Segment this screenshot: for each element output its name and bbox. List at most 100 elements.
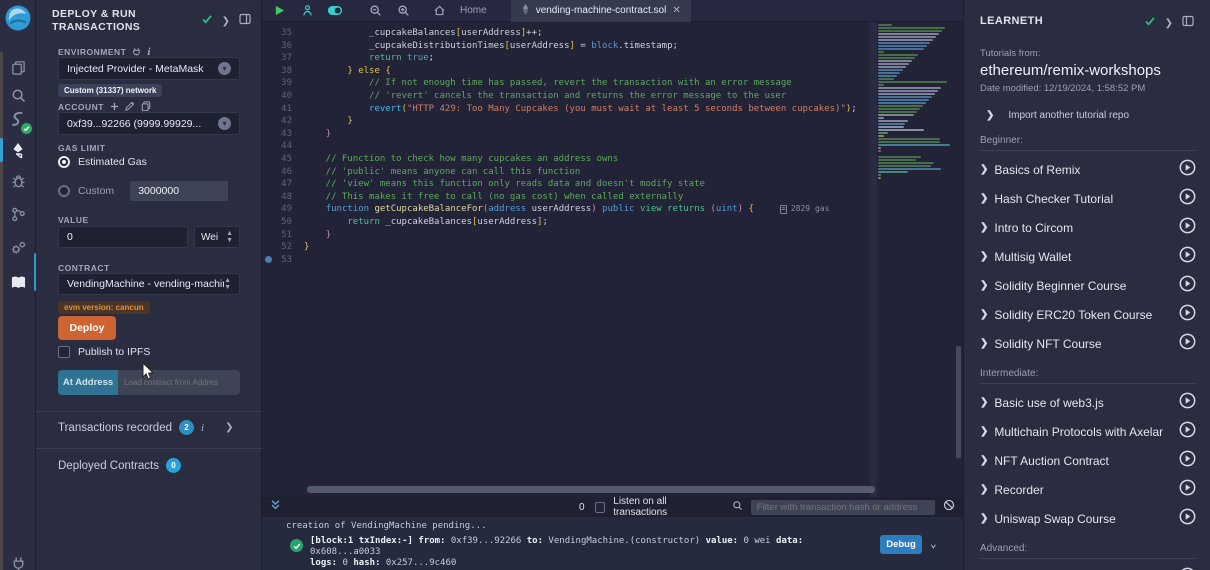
play-tutorial-icon[interactable]: [1179, 508, 1196, 530]
info-icon[interactable]: i: [201, 422, 204, 434]
debugger-icon[interactable]: [0, 166, 36, 196]
tutorial-item-multichain-protocols-with-axelar[interactable]: ❯Multichain Protocols with Axelar: [964, 417, 1210, 446]
terminal-log[interactable]: creation of VendingMachine pending... [b…: [262, 517, 963, 570]
play-tutorial-icon[interactable]: [1179, 450, 1196, 472]
play-tutorial-icon[interactable]: [1179, 246, 1196, 268]
close-tab-icon[interactable]: ✕: [672, 5, 680, 16]
tutorial-item-intro-to-circom[interactable]: ❯Intro to Circom: [964, 213, 1210, 242]
home-label[interactable]: Home: [460, 5, 487, 16]
transactions-recorded-row[interactable]: Transactions recorded 2 i ❯: [58, 420, 233, 435]
code-line[interactable]: 41 revert("HTTP 429: Too Many Cupcakes (…: [262, 103, 878, 116]
custom-gas-input[interactable]: [130, 181, 228, 201]
gutter[interactable]: [262, 27, 274, 40]
play-tutorial-icon[interactable]: [1179, 188, 1196, 210]
run-script-icon[interactable]: [270, 2, 288, 20]
source-control-icon[interactable]: [0, 199, 36, 229]
estimated-gas-radio[interactable]: Estimated Gas: [58, 156, 147, 168]
editor-hscroll-thumb[interactable]: [307, 486, 875, 493]
contract-select[interactable]: VendingMachine - vending-machin ▲▼: [58, 273, 240, 295]
plug-connector-icon[interactable]: [0, 548, 36, 570]
value-unit-select[interactable]: Wei ▲▼: [194, 226, 240, 248]
environment-select[interactable]: Injected Provider - MetaMask ▾: [58, 57, 240, 80]
code-line[interactable]: 52}: [262, 241, 878, 254]
gutter[interactable]: [262, 77, 274, 90]
account-select[interactable]: 0xf39...92266 (9999.99929... ▾: [58, 112, 240, 135]
code-line[interactable]: 42 }: [262, 115, 878, 128]
radio-selected-icon[interactable]: [58, 156, 70, 168]
gutter[interactable]: [262, 229, 274, 242]
deployed-contracts-row[interactable]: Deployed Contracts 0: [58, 458, 181, 473]
zoom-in-icon[interactable]: [394, 2, 412, 20]
gutter[interactable]: [262, 216, 274, 229]
play-tutorial-icon[interactable]: [1179, 392, 1196, 414]
pin-panel-icon[interactable]: [1182, 14, 1194, 32]
tutorial-item-solidity-beginner-course[interactable]: ❯Solidity Beginner Course: [964, 271, 1210, 300]
chevron-right-icon[interactable]: ❯: [980, 426, 988, 437]
value-input[interactable]: 0: [58, 226, 188, 248]
tab-vending-machine-contract[interactable]: vending-machine-contract.sol ✕: [511, 0, 691, 22]
gutter[interactable]: [262, 52, 274, 65]
chevron-right-icon[interactable]: ❯: [980, 455, 988, 466]
gutter[interactable]: [262, 140, 274, 153]
walkthrough-icon[interactable]: [298, 2, 316, 20]
deploy-button[interactable]: Deploy: [58, 316, 116, 340]
gutter[interactable]: [262, 241, 274, 254]
editor-minimap[interactable]: [878, 24, 958, 183]
learneth-icon[interactable]: [0, 267, 36, 297]
gutter[interactable]: [262, 166, 274, 179]
breakpoint-marker[interactable]: [262, 254, 274, 267]
gutter[interactable]: [262, 40, 274, 53]
unit-stepper-icon[interactable]: ▲▼: [226, 230, 233, 244]
gutter[interactable]: [262, 203, 274, 216]
import-tutorial-repo[interactable]: ❯ Import another tutorial repo: [986, 110, 1194, 121]
chevron-right-icon[interactable]: ❯: [222, 16, 230, 27]
zoom-out-icon[interactable]: [366, 2, 384, 20]
chevron-right-icon[interactable]: ❯: [980, 251, 988, 262]
gutter[interactable]: [262, 103, 274, 116]
terminal-filter-input[interactable]: [751, 500, 935, 515]
code-line[interactable]: 39 // If not enough time has passed, rev…: [262, 77, 878, 90]
chevron-right-icon[interactable]: ❯: [980, 484, 988, 495]
radio-unselected-icon[interactable]: [58, 185, 70, 197]
home-icon[interactable]: [430, 2, 448, 20]
code-line[interactable]: 44: [262, 140, 878, 153]
chevron-right-icon[interactable]: ❯: [980, 280, 988, 291]
contract-select-icon[interactable]: ▲▼: [224, 277, 231, 291]
panel-vscroll-thumb[interactable]: [956, 346, 961, 458]
code-line[interactable]: 43 }: [262, 128, 878, 141]
code-line[interactable]: 35 _cupcakeBalances[userAddress]++;: [262, 27, 878, 40]
toggle-icon[interactable]: [326, 2, 344, 20]
tx-log-entry[interactable]: [block:1 txIndex:-] from: 0xf39...92266 …: [310, 536, 870, 569]
deploy-run-icon[interactable]: [0, 135, 36, 165]
tutorial-item-solidity-nft-course[interactable]: ❯Solidity NFT Course: [964, 329, 1210, 358]
code-line[interactable]: 48 // This makes it free to call (no gas…: [262, 191, 878, 204]
gutter[interactable]: [262, 90, 274, 103]
code-line[interactable]: 38 } else {: [262, 65, 878, 78]
chevron-right-icon[interactable]: ❯: [980, 513, 988, 524]
at-address-button[interactable]: At Address: [58, 370, 118, 395]
editor-vscroll-track[interactable]: [870, 22, 877, 497]
tutorial-item-all-about-proxy-contracts[interactable]: ❯All about Proxy Contracts: [964, 563, 1210, 570]
code-line[interactable]: 40 // 'revert' cancels the transaction a…: [262, 90, 878, 103]
code-editor[interactable]: 35 _cupcakeBalances[userAddress]++;36 _c…: [262, 22, 963, 497]
tutorial-item-recorder[interactable]: ❯Recorder: [964, 475, 1210, 504]
environment-options-icon[interactable]: ▾: [218, 62, 231, 75]
gutter[interactable]: [262, 178, 274, 191]
code-line[interactable]: 53: [262, 254, 878, 267]
chevron-right-icon[interactable]: ❯: [1165, 18, 1173, 29]
gutter[interactable]: [262, 191, 274, 204]
code-line[interactable]: 49 function getCupcakeBalanceFor(address…: [262, 203, 878, 216]
code-line[interactable]: 37 return true;: [262, 52, 878, 65]
tutorial-item-uniswap-swap-course[interactable]: ❯Uniswap Swap Course: [964, 504, 1210, 533]
tutorial-item-nft-auction-contract[interactable]: ❯NFT Auction Contract: [964, 446, 1210, 475]
account-options-icon[interactable]: ▾: [218, 117, 231, 130]
collapse-terminal-icon[interactable]: [270, 498, 281, 516]
play-tutorial-icon[interactable]: [1179, 333, 1196, 355]
chevron-right-icon[interactable]: ❯: [225, 422, 233, 433]
code-line[interactable]: 36 _cupcakeDistributionTimes[userAddress…: [262, 40, 878, 53]
pin-panel-icon[interactable]: [239, 12, 251, 30]
chevron-right-icon[interactable]: ❯: [980, 397, 988, 408]
gutter[interactable]: [262, 128, 274, 141]
chevron-right-icon[interactable]: ❯: [980, 222, 988, 233]
file-explorer-icon[interactable]: [0, 52, 36, 82]
